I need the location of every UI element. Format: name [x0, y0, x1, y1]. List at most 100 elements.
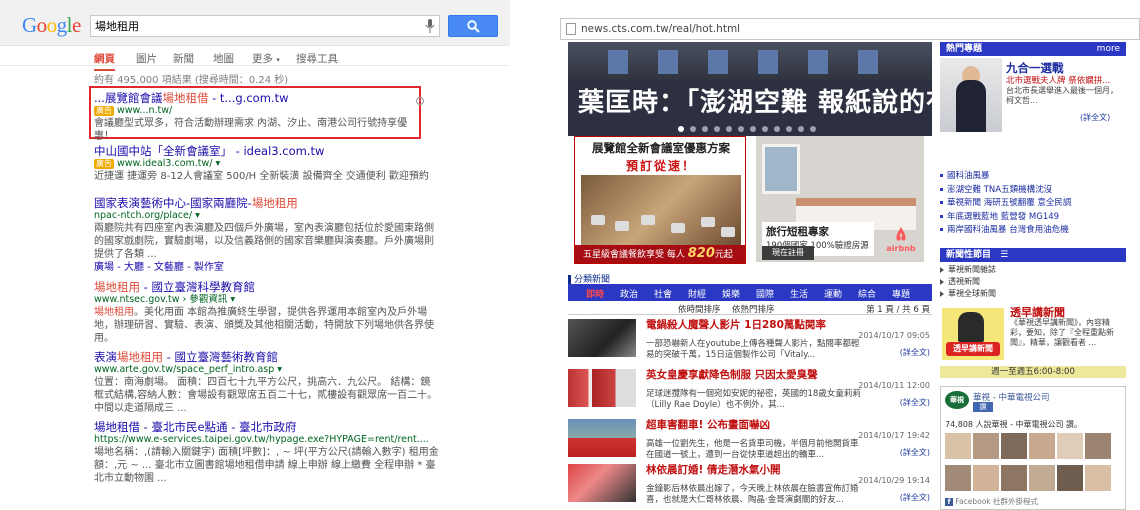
tab-more[interactable]: 更多 ▾ [252, 51, 280, 66]
featured-photo[interactable] [940, 58, 1002, 132]
category-tab[interactable]: 財經 [688, 287, 706, 300]
tab-news[interactable]: 新聞 [173, 51, 194, 66]
news-title[interactable]: 林依晨訂婚! 倩走潛水氣小開 [646, 462, 780, 477]
news-thumbnail[interactable] [568, 369, 636, 407]
category-tab[interactable]: 專題 [892, 287, 910, 300]
search-button[interactable] [448, 15, 498, 37]
result-title[interactable]: 國家表演藝術中心-國家兩廳院-場地租用 [94, 196, 439, 210]
news-item[interactable]: 超車害翻車! 公布畫面嚇凶 2014/10/17 19:42 高雄一位劉先生，他… [568, 417, 932, 467]
read-more-link[interactable]: (詳全文) [1080, 112, 1110, 123]
news-item[interactable]: 林依晨訂婚! 倩走潛水氣小開 2014/10/29 19:14 金鐘影后林依晨出… [568, 462, 932, 510]
hot-topic-item[interactable]: 兩岸國科油風暴 台灣食用油危機 [940, 224, 1126, 238]
program-item[interactable]: 華視全球新聞 [940, 288, 1126, 300]
tab-search-tools[interactable]: 搜尋工具 [296, 51, 338, 66]
caret-down-icon[interactable]: ▾ [277, 364, 282, 375]
program-photo[interactable]: 透早講新聞 [942, 308, 1004, 360]
pagination[interactable]: 第 1 頁 / 共 6 頁 [866, 303, 930, 315]
microphone-icon[interactable] [425, 19, 435, 33]
news-thumbnail[interactable] [568, 419, 636, 457]
avatar[interactable] [945, 465, 971, 491]
headline-banner[interactable]: 葉匡時：「澎湖空難 報紙說的有誤... [568, 42, 932, 136]
avatar[interactable] [945, 433, 971, 459]
result-title[interactable]: ...展覽館會議場地租借 - t...g.com.tw [94, 91, 414, 105]
conference-ad[interactable]: 展覽館全新會議室優惠方案 預訂從速！ 五星級會議餐飲享受 每人 820元起 [574, 136, 746, 264]
news-thumbnail[interactable] [568, 464, 636, 502]
result-title[interactable]: 中山國中站「全新會議室」 - ideal3.com.tw [94, 144, 439, 158]
sort-by-hot[interactable]: 依熱門排序 [732, 303, 775, 315]
category-tab[interactable]: 社會 [654, 287, 672, 300]
news-title[interactable]: 超車害翻車! 公布畫面嚇凶 [646, 417, 770, 432]
ad-line-2: 預訂從速！ [625, 159, 696, 173]
avatar[interactable] [1001, 465, 1027, 491]
result-title-keyword: 場地租用 [251, 196, 298, 210]
menu-icon[interactable]: ☰ [1000, 250, 1008, 260]
read-more-link[interactable]: (詳全文) [900, 447, 930, 458]
avatar[interactable] [973, 433, 999, 459]
hot-topic-item[interactable]: 澎湖空難 TNA五類機構沈沒 [940, 184, 1126, 198]
category-tab[interactable]: 生活 [790, 287, 808, 300]
ad-badge: 廣告 [94, 106, 114, 116]
program-feature[interactable]: 透早講新聞 透早講新聞 《華視透早講新聞》，內容精彩，要知，除了『全程重點新聞』… [940, 302, 1126, 380]
caret-down-icon[interactable]: ▾ [230, 294, 235, 305]
hot-topic-item[interactable]: 華視新聞 海研五號翻覆 意全民調 [940, 197, 1126, 211]
hot-topic-item[interactable]: 國科油風暴 [940, 170, 1126, 184]
avatar[interactable] [1001, 433, 1027, 459]
info-icon[interactable]: i [416, 97, 424, 105]
register-button[interactable]: 現在註冊 [762, 246, 814, 260]
avatar[interactable] [1029, 465, 1055, 491]
cts-logo[interactable]: 華視 [945, 391, 969, 409]
category-tab[interactable]: 娛樂 [722, 287, 740, 300]
carousel-dots[interactable] [678, 124, 822, 135]
avatar[interactable] [1029, 433, 1055, 459]
result-url-text: www.ideal3.com.tw/ [117, 158, 213, 169]
category-tab[interactable]: 即時 [586, 287, 604, 300]
program-item[interactable]: 華視新聞雜誌 [940, 264, 1126, 276]
category-tab[interactable]: 國際 [756, 287, 774, 300]
avatar[interactable] [1085, 465, 1111, 491]
address-bar[interactable]: news.cts.com.tw/real/hot.html [560, 18, 1140, 40]
result-title-part: - 國立臺灣科學教育館 [140, 280, 255, 294]
avatar[interactable] [1085, 433, 1111, 459]
airbnb-ad[interactable]: 旅行短租專家 190個國家 100%驗證房源 現在註冊 airbnb [756, 136, 924, 262]
result-url: https://www.e-services.taipei.gov.tw/hyp… [94, 434, 429, 445]
result-sitelinks[interactable]: 廣場 - 大廳 - 文藝廳 - 製作室 [94, 261, 439, 274]
result-url-text: npac-ntch.org/place/ [94, 210, 193, 221]
news-title[interactable]: 電鍋殺人魔聲人影片 1日280萬點閱率 [646, 317, 826, 332]
sort-by-time[interactable]: 依時間排序 [678, 303, 721, 315]
read-more-link[interactable]: (詳全文) [900, 397, 930, 408]
result-title-part: - t...g.com.tw [208, 91, 289, 105]
news-item[interactable]: 電鍋殺人魔聲人影片 1日280萬點閱率 2014/10/17 09:05 一部恐… [568, 317, 932, 367]
banner-photo [568, 42, 932, 80]
search-input[interactable] [91, 16, 401, 36]
category-tab[interactable]: 政治 [620, 287, 638, 300]
airbnb-logo: airbnb [882, 226, 920, 258]
avatar[interactable] [1057, 433, 1083, 459]
caret-down-icon[interactable]: ▾ [195, 210, 200, 221]
result-title[interactable]: 場地租用 - 國立臺灣科學教育館 [94, 280, 439, 294]
google-logo[interactable]: Google [22, 13, 81, 38]
category-tab[interactable]: 運動 [824, 287, 842, 300]
tab-maps[interactable]: 地圖 [213, 51, 234, 66]
tab-web[interactable]: 網頁 [94, 51, 115, 71]
program-text: 華視新聞雜誌 [948, 265, 996, 274]
featured-subtitle[interactable]: 北市選戰夫人牌 祭依嫻拼... [1006, 74, 1110, 86]
program-item[interactable]: 透視新聞 [940, 276, 1126, 288]
news-thumbnail[interactable] [568, 319, 636, 357]
more-link[interactable]: more [1097, 42, 1120, 56]
result-title[interactable]: 場地租借 - 臺北市民e點通 - 臺北市政府 [94, 420, 439, 434]
news-item[interactable]: 英女皇慶享獻降色制服 只因太愛臭聲 2014/10/11 12:00 足球迷攬隊… [568, 367, 932, 417]
caret-down-icon[interactable]: ▾ [216, 158, 221, 169]
hot-topic-item[interactable]: 年底選戰藍地 藍營發 MG149 [940, 211, 1126, 225]
address-url[interactable]: news.cts.com.tw/real/hot.html [581, 23, 740, 35]
tab-images[interactable]: 圖片 [136, 51, 157, 66]
snippet-keyword: 場地租用 [94, 307, 134, 318]
result-title[interactable]: 表演場地租用 - 國立臺灣藝術教育館 [94, 350, 439, 364]
facebook-like-button[interactable]: 讚 [973, 402, 993, 412]
read-more-link[interactable]: (詳全文) [900, 347, 930, 358]
news-title[interactable]: 英女皇慶享獻降色制服 只因太愛臭聲 [646, 367, 818, 382]
category-tab[interactable]: 綜合 [858, 287, 876, 300]
read-more-link[interactable]: (詳全文) [900, 492, 930, 503]
avatar[interactable] [973, 465, 999, 491]
news-desc: 足球迷攬隊有一個宛如安妮的祕密，英國的18歲女童莉莉（Lilly Rae Doy… [646, 389, 861, 410]
avatar[interactable] [1057, 465, 1083, 491]
